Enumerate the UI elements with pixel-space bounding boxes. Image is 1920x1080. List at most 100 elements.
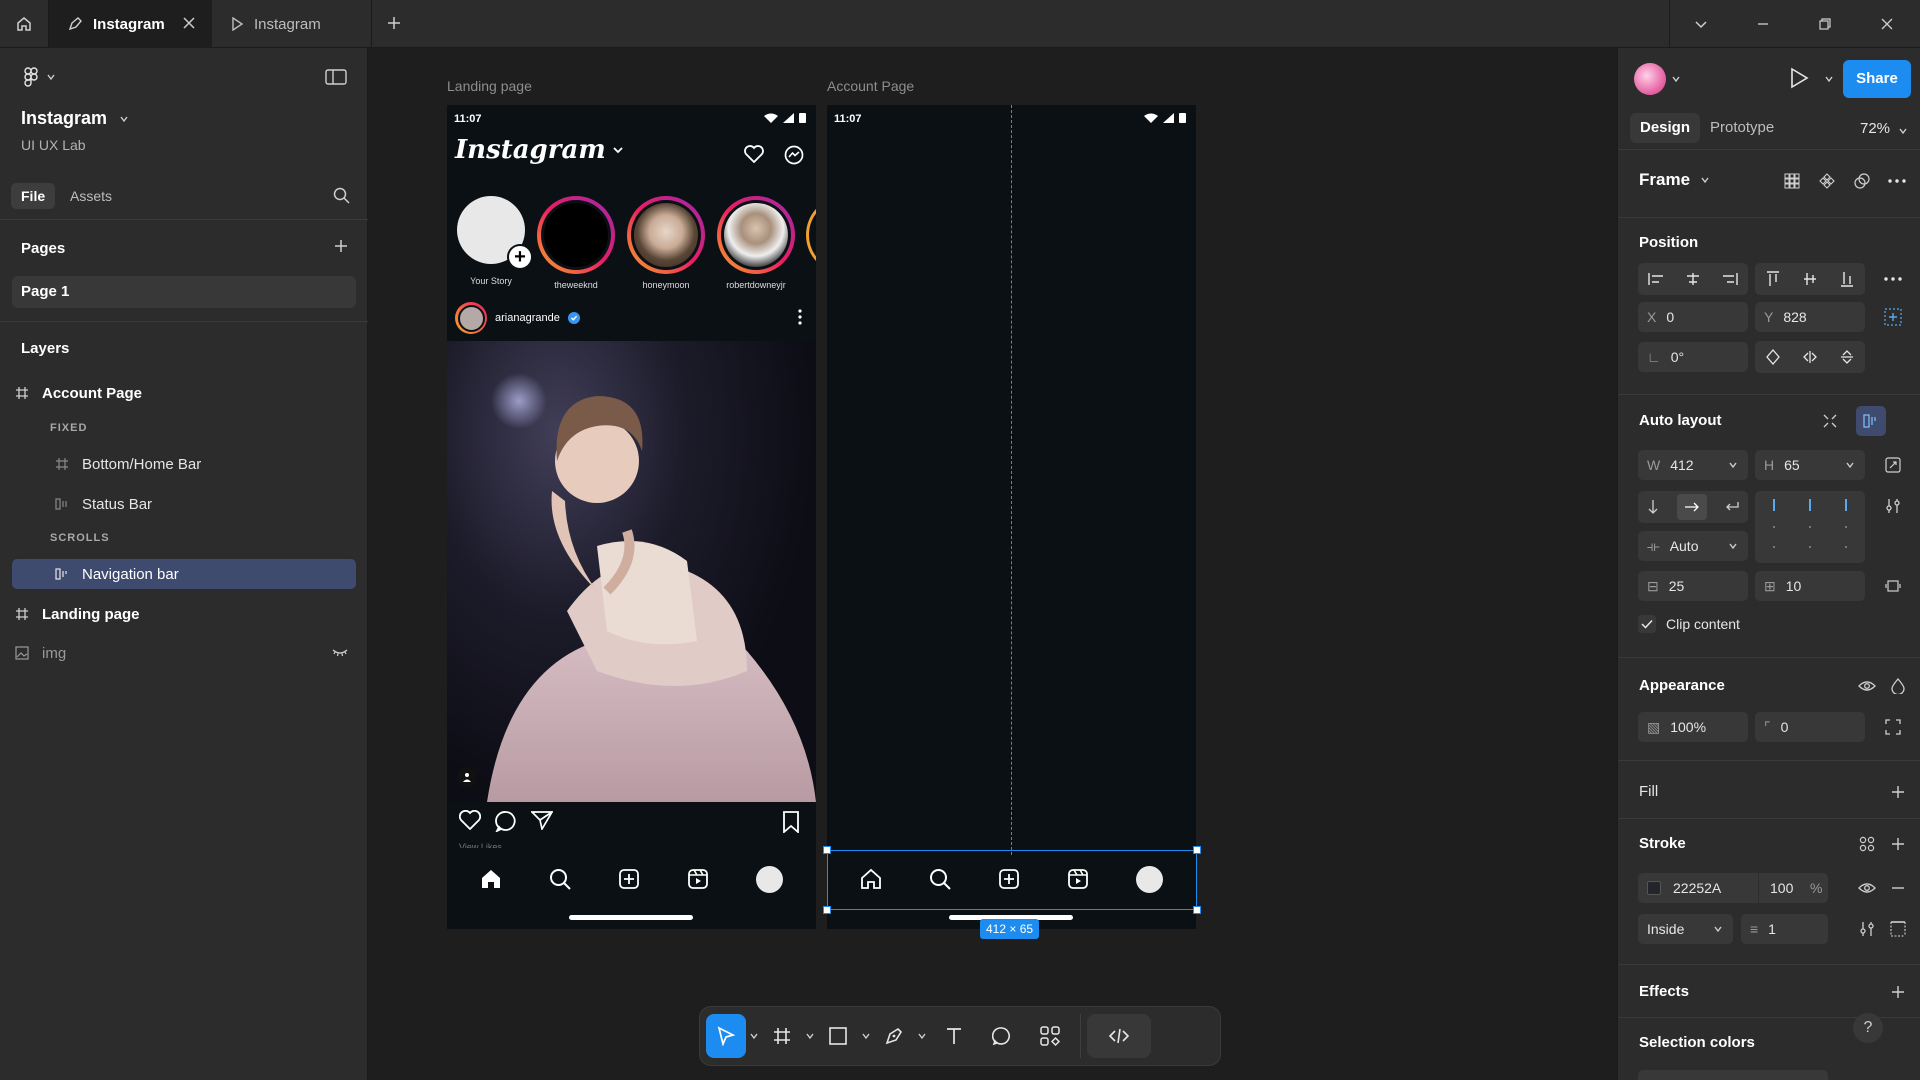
page-item-page-1[interactable]: Page 1 [12, 276, 356, 308]
add-effect-button[interactable] [1886, 980, 1910, 1004]
main-menu-button[interactable] [22, 66, 56, 88]
shape-tool-menu[interactable] [858, 1031, 874, 1041]
stroke-weight-input[interactable]: ≡ 1 [1741, 914, 1828, 944]
project-title[interactable]: Instagram [21, 108, 129, 129]
vertical-padding-input[interactable]: ⊞ 10 [1755, 571, 1865, 601]
stroke-color-input[interactable]: 22252A 100 % [1638, 873, 1828, 903]
clip-content-checkbox[interactable]: Clip content [1638, 615, 1740, 633]
post-avatar[interactable] [455, 302, 487, 334]
layer-account-page[interactable]: Account Page [12, 378, 356, 408]
align-left-icon[interactable] [1648, 272, 1664, 286]
comment-icon[interactable] [495, 810, 517, 832]
advanced-layout-button[interactable] [1881, 494, 1905, 518]
dev-mode-toggle[interactable] [1087, 1014, 1151, 1058]
add-fill-button[interactable] [1886, 780, 1910, 804]
tab-prototype[interactable]: Prototype [1700, 113, 1784, 143]
post-more-icon[interactable] [798, 308, 802, 326]
instagram-wordmark[interactable]: Instagram [455, 135, 624, 165]
new-tab-button[interactable] [385, 14, 403, 32]
home-nav-icon[interactable] [480, 868, 502, 890]
account-page-frame[interactable]: 11:07 [827, 105, 1196, 929]
tab-prototype-file[interactable]: Instagram [212, 0, 372, 48]
layer-navigation-bar[interactable]: Navigation bar [12, 559, 356, 589]
restore-button[interactable] [1794, 0, 1856, 48]
move-tool-menu[interactable] [746, 1031, 762, 1041]
rotation-input[interactable]: ∟ 0° [1638, 342, 1748, 372]
add-stroke-button[interactable] [1886, 832, 1910, 856]
post-image[interactable] [447, 341, 816, 802]
create-post-icon[interactable] [618, 868, 640, 890]
resize-handle[interactable] [1193, 846, 1201, 854]
tab-assets[interactable]: Assets [60, 183, 122, 209]
vertical-direction-icon[interactable] [1646, 499, 1660, 515]
move-tool[interactable] [706, 1014, 746, 1058]
selection-box[interactable] [823, 846, 1201, 914]
post-username[interactable]: arianagrande [495, 312, 560, 324]
align-center-vertical-icon[interactable] [1803, 271, 1817, 287]
more-options-button[interactable] [1885, 169, 1909, 193]
resize-handle[interactable] [823, 906, 831, 914]
share-icon[interactable] [531, 810, 553, 830]
resize-to-fit-button[interactable] [1881, 453, 1905, 477]
canvas[interactable]: Landing page Account Page 11:07 Instagra… [368, 48, 1617, 1080]
remove-auto-layout-button[interactable] [1818, 409, 1842, 433]
blend-mode-button[interactable] [1886, 674, 1910, 698]
pen-tool[interactable] [874, 1014, 914, 1058]
individual-padding-button[interactable] [1881, 574, 1905, 598]
close-window-button[interactable] [1856, 0, 1918, 48]
chevron-down-icon[interactable] [1898, 126, 1908, 136]
stroke-position-select[interactable]: Inside [1638, 914, 1733, 944]
comment-tool[interactable] [978, 1014, 1026, 1058]
alignment-grid[interactable] [1755, 491, 1865, 563]
gap-input[interactable]: ⟛ Auto [1638, 531, 1748, 561]
minimize-button[interactable] [1732, 0, 1794, 48]
individual-strokes-button[interactable] [1886, 917, 1910, 941]
close-tab-icon[interactable] [182, 16, 196, 30]
mask-button[interactable] [1850, 169, 1874, 193]
tabs-menu-button[interactable] [1670, 0, 1732, 48]
layout-grid-button[interactable] [1780, 169, 1804, 193]
resize-handle[interactable] [1193, 906, 1201, 914]
x-position-input[interactable]: X 0 [1638, 302, 1748, 332]
bookmark-icon[interactable] [782, 811, 800, 833]
frame-tool[interactable] [762, 1014, 802, 1058]
pen-tool-menu[interactable] [914, 1031, 930, 1041]
resize-handle[interactable] [823, 846, 831, 854]
toggle-sidebar-button[interactable] [325, 68, 347, 86]
frame-type-selector[interactable]: Frame [1639, 170, 1710, 190]
y-position-input[interactable]: Y 828 [1755, 302, 1865, 332]
search-layers-button[interactable] [333, 187, 350, 204]
tab-file[interactable]: File [11, 183, 56, 209]
present-options-button[interactable] [1824, 74, 1834, 84]
user-avatar[interactable] [1634, 63, 1666, 95]
tagged-user-icon[interactable] [457, 767, 477, 787]
layer-status-bar[interactable]: Status Bar [12, 489, 356, 519]
story-your-story[interactable]: + Your Story [450, 196, 533, 286]
align-right-icon[interactable] [1722, 272, 1738, 286]
project-team[interactable]: UI UX Lab [21, 137, 86, 153]
story-honeymoon[interactable]: honeymoon [625, 196, 707, 290]
layer-landing-page[interactable]: Landing page [12, 599, 356, 629]
layer-bottom-home-bar[interactable]: Bottom/Home Bar [12, 449, 356, 479]
hidden-eye-icon[interactable] [332, 646, 348, 658]
more-align-button[interactable] [1881, 267, 1905, 291]
flip-horizontal-icon[interactable] [1802, 350, 1818, 364]
landing-page-frame[interactable]: 11:07 Instagram + Your Story theweeknd h… [447, 105, 816, 929]
zoom-level[interactable]: 72% [1860, 120, 1890, 137]
add-story-icon[interactable]: + [507, 244, 533, 270]
text-tool[interactable] [930, 1014, 978, 1058]
constraints-button[interactable] [1881, 305, 1905, 329]
width-input[interactable]: W 412 [1638, 450, 1748, 480]
frame-label-account[interactable]: Account Page [827, 78, 914, 94]
individual-corners-button[interactable] [1881, 715, 1905, 739]
home-button[interactable] [0, 0, 49, 48]
opacity-input[interactable]: ▧ 100% [1638, 712, 1748, 742]
flip-vertical-icon[interactable] [1840, 349, 1854, 365]
rotate-icon[interactable] [1766, 349, 1780, 365]
layer-img[interactable]: img [12, 638, 356, 668]
auto-layout-options-button[interactable] [1856, 406, 1886, 436]
present-button[interactable] [1789, 67, 1809, 89]
stroke-settings-button[interactable] [1855, 917, 1879, 941]
align-bottom-icon[interactable] [1840, 271, 1854, 287]
align-center-horizontal-icon[interactable] [1685, 272, 1701, 286]
